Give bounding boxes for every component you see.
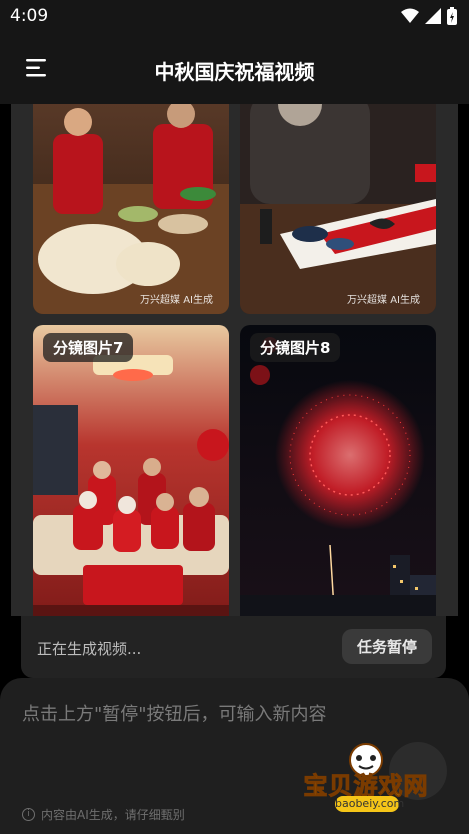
ai-watermark: 万兴超媒 AI生成 xyxy=(347,295,420,306)
storyboard-label: 分镜图片7 xyxy=(43,333,134,362)
storyboard-image-tile[interactable]: 分镜图片7 xyxy=(33,325,229,616)
status-bar: 4:09 xyxy=(0,0,469,34)
battery-charging-icon xyxy=(447,7,457,25)
app-header: 中秋国庆祝福视频 xyxy=(0,34,469,104)
ai-disclaimer: i 内容由AI生成，请仔细甄别 xyxy=(22,806,185,823)
generation-status-bar: 正在生成视频... 任务暂停 xyxy=(21,616,446,678)
disclaimer-text: 内容由AI生成，请仔细甄别 xyxy=(41,808,185,822)
family-portrait-image xyxy=(33,325,229,616)
info-icon: i xyxy=(22,808,35,821)
storyboard-image-tile[interactable]: 万兴超媒 AI生成 xyxy=(33,104,229,314)
storyboard-image-tile[interactable]: 分镜图片8 xyxy=(240,325,436,616)
prompt-input[interactable]: 点击上方"暂停"按钮后，可输入新内容 xyxy=(22,700,327,726)
status-time: 4:09 xyxy=(10,6,49,26)
fireworks-image xyxy=(240,325,436,616)
site-logo-domain: baobeiy.com xyxy=(335,796,405,812)
ai-watermark: 万兴超媒 AI生成 xyxy=(140,295,213,306)
calligraphy-scene-image xyxy=(240,104,436,314)
storyboard-gallery[interactable]: 万兴超媒 AI生成 万兴超媒 AI生成 分镜图片7 分镜图片8 xyxy=(11,104,458,616)
signal-icon xyxy=(425,8,441,24)
wifi-icon xyxy=(401,8,419,23)
page-title: 中秋国庆祝福视频 xyxy=(154,60,315,84)
status-icons xyxy=(401,7,457,25)
dumpling-scene-image xyxy=(33,104,229,314)
pause-task-button[interactable]: 任务暂停 xyxy=(342,629,432,664)
site-watermark-logo: 宝贝游戏网 baobeiy.com xyxy=(293,738,439,828)
storyboard-label: 分镜图片8 xyxy=(250,333,341,362)
storyboard-image-tile[interactable]: 万兴超媒 AI生成 xyxy=(240,104,436,314)
generation-status-text: 正在生成视频... xyxy=(37,640,142,658)
